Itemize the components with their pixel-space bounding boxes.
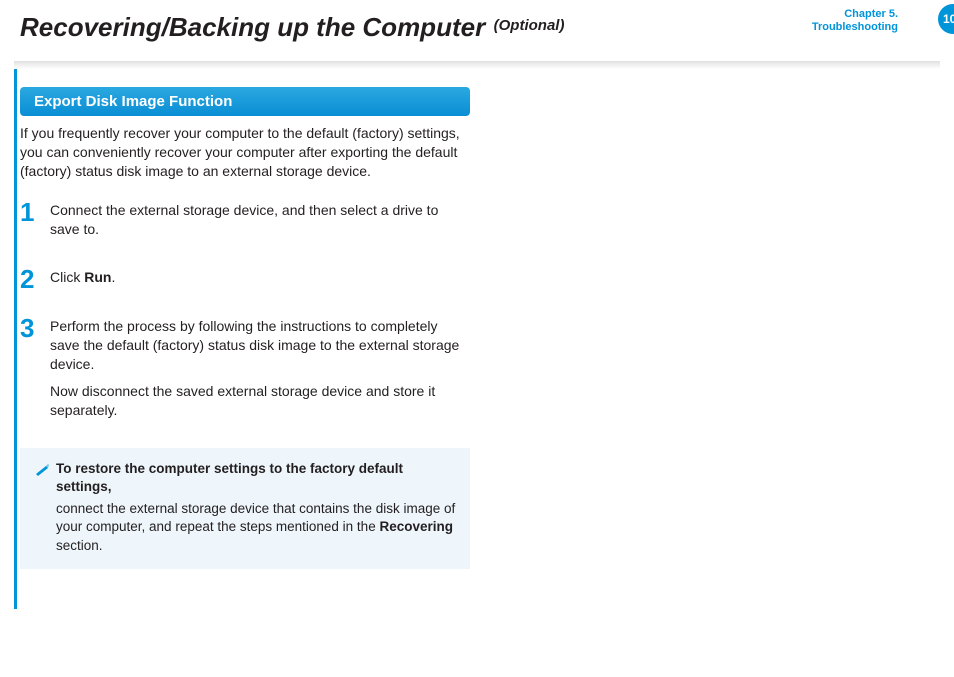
note-box: To restore the computer settings to the … bbox=[20, 448, 470, 569]
step-number: 3 bbox=[20, 315, 50, 427]
step-text: Connect the external storage device, and… bbox=[50, 201, 470, 239]
step-body: Perform the process by following the ins… bbox=[50, 315, 470, 427]
note-text-post: section. bbox=[56, 538, 103, 553]
step-body: Click Run. bbox=[50, 266, 470, 295]
section-heading: Export Disk Image Function bbox=[20, 87, 470, 116]
chapter-title: Troubleshooting bbox=[812, 21, 898, 34]
note-text-bold: Recovering bbox=[379, 519, 453, 534]
page-title: Recovering/Backing up the Computer bbox=[20, 12, 485, 42]
note-title: To restore the computer settings to the … bbox=[56, 460, 456, 496]
section-intro: If you frequently recover your computer … bbox=[20, 124, 470, 181]
step-text-prefix: Click bbox=[50, 269, 84, 285]
step-number: 1 bbox=[20, 199, 50, 247]
step-text-bold: Run bbox=[84, 269, 111, 285]
page-number-badge: 109 bbox=[938, 4, 954, 34]
note-body: To restore the computer settings to the … bbox=[56, 460, 456, 555]
step-text-secondary: Now disconnect the saved external storag… bbox=[50, 382, 470, 420]
chapter-number: Chapter 5. bbox=[812, 8, 898, 21]
main-column: Export Disk Image Function If you freque… bbox=[20, 87, 470, 569]
note-text: connect the external storage device that… bbox=[56, 500, 456, 555]
step-2: 2 Click Run. bbox=[20, 266, 470, 295]
step-number: 2 bbox=[20, 266, 50, 295]
step-text: Perform the process by following the ins… bbox=[50, 317, 470, 374]
step-3: 3 Perform the process by following the i… bbox=[20, 315, 470, 427]
step-text: Click Run. bbox=[50, 268, 470, 287]
page-title-suffix: (Optional) bbox=[494, 17, 565, 34]
page-header: Recovering/Backing up the Computer (Opti… bbox=[0, 0, 954, 61]
note-icon bbox=[34, 460, 56, 555]
left-accent-rail bbox=[14, 69, 17, 609]
step-text-suffix: . bbox=[111, 269, 115, 285]
content-area: Export Disk Image Function If you freque… bbox=[0, 69, 954, 569]
step-1: 1 Connect the external storage device, a… bbox=[20, 199, 470, 247]
step-body: Connect the external storage device, and… bbox=[50, 199, 470, 247]
chapter-block: Chapter 5. Troubleshooting 109 bbox=[812, 8, 936, 34]
header-divider bbox=[14, 61, 940, 69]
